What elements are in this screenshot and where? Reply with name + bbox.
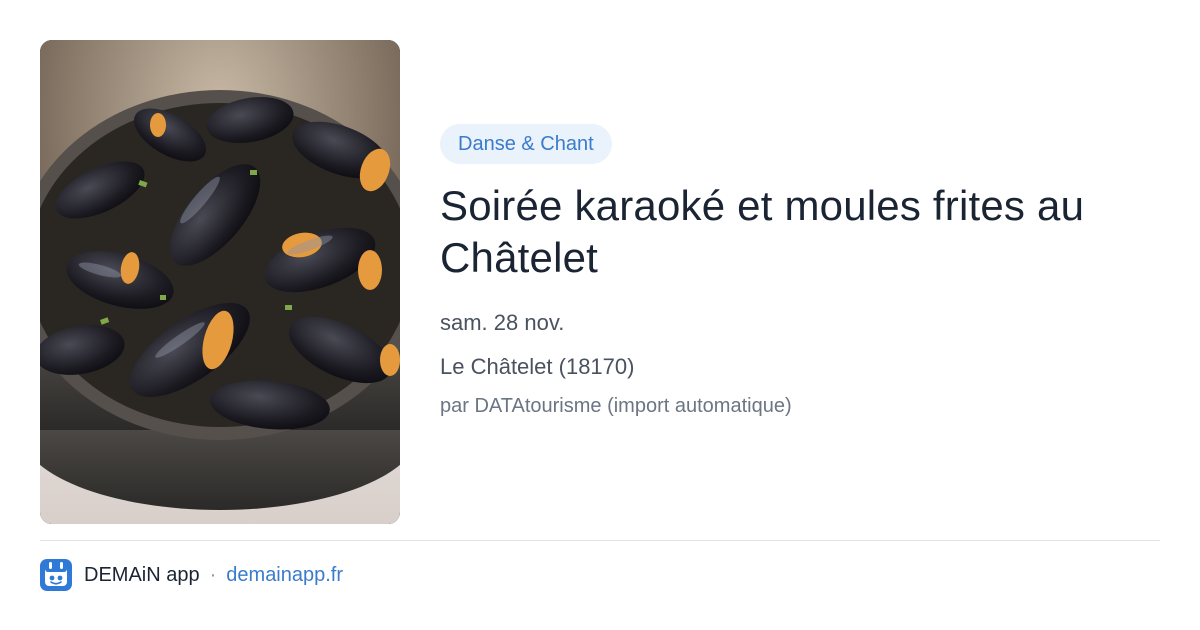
event-title[interactable]: Soirée karaoké et moules frites au Châte… bbox=[440, 180, 1160, 284]
event-image bbox=[40, 40, 400, 524]
event-preview-card[interactable]: Danse & Chant Soirée karaoké et moules f… bbox=[0, 0, 1200, 630]
app-name: DEMAiN app bbox=[84, 563, 200, 586]
app-website-link[interactable]: demainapp.fr bbox=[226, 564, 343, 587]
mussels-photo bbox=[40, 40, 400, 524]
demain-app-logo-icon bbox=[40, 559, 72, 591]
footer-separator: · bbox=[209, 563, 217, 586]
site-footer: DEMAiN app · demainapp.fr bbox=[40, 558, 343, 592]
event-date: sam. 28 nov. bbox=[440, 310, 565, 335]
category-badge[interactable]: Danse & Chant bbox=[440, 124, 612, 164]
event-details: Danse & Chant Soirée karaoké et moules f… bbox=[440, 124, 1160, 420]
event-source: par DATAtourisme (import automatique) bbox=[440, 395, 792, 417]
footer-divider bbox=[40, 540, 1160, 541]
event-location: Le Châtelet (18170) bbox=[440, 354, 635, 379]
